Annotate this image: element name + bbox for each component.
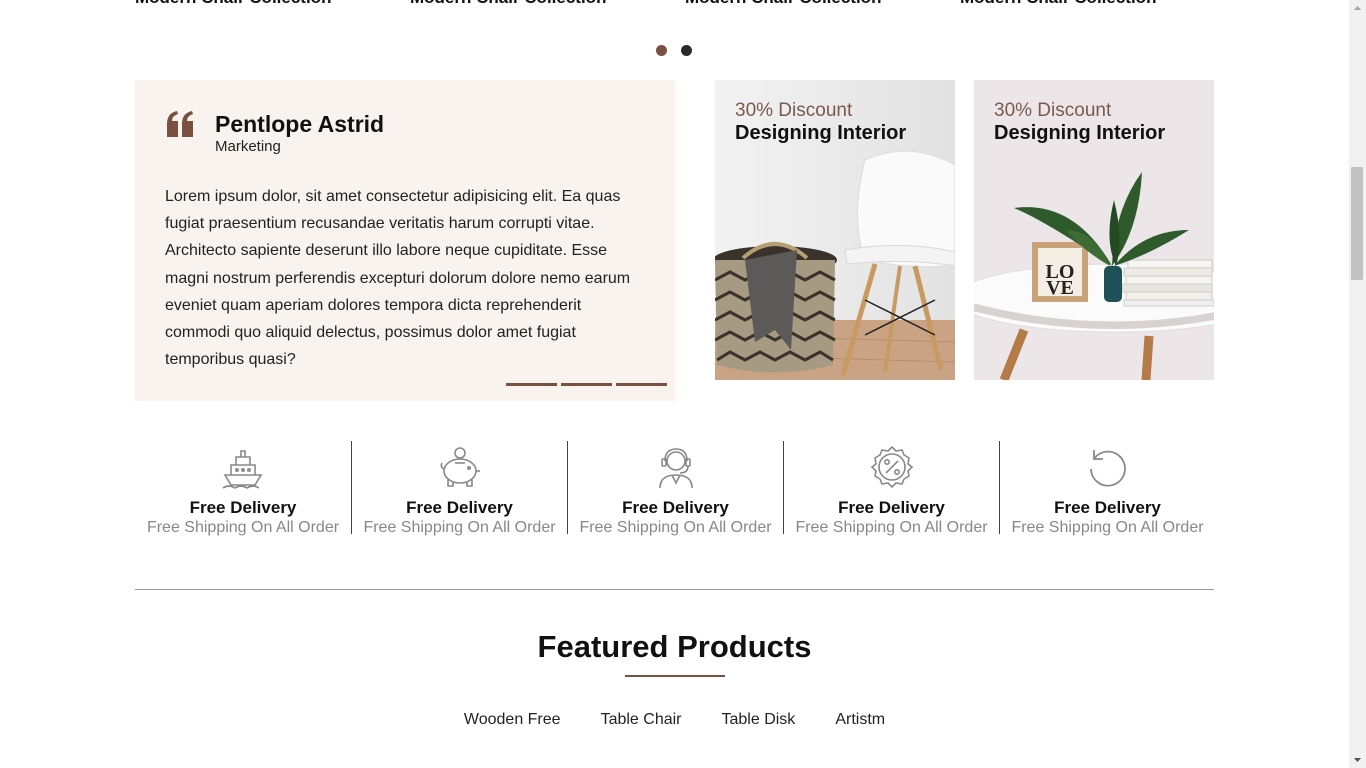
support-agent-icon xyxy=(658,448,693,489)
section-divider xyxy=(135,589,1214,590)
banner-title: Designing Interior xyxy=(735,122,907,144)
carousel-dots xyxy=(656,45,692,57)
feature-title: Free Delivery xyxy=(406,498,513,517)
testimonial-bar-1[interactable] xyxy=(506,383,557,386)
testimonial-bar-3[interactable] xyxy=(616,383,667,386)
testimonial-card: Pentlope Astrid Marketing Lorem ipsum do… xyxy=(135,80,675,401)
product-title[interactable]: Modern Chair Collection xyxy=(410,0,606,8)
features-row: Free Delivery Free Shipping On All Order… xyxy=(135,441,1215,536)
product-title-row: Modern Chair Collection Modern Chair Col… xyxy=(135,0,1215,8)
discount-badge-icon xyxy=(870,445,913,489)
product-title[interactable]: Modern Chair Collection xyxy=(960,0,1156,8)
quote-icon xyxy=(167,111,193,137)
testimonial-bar-2[interactable] xyxy=(561,383,612,386)
return-arrow-icon xyxy=(1089,450,1126,487)
feature-item: Free Delivery Free Shipping On All Order xyxy=(783,441,999,536)
carousel-dot-1[interactable] xyxy=(656,45,667,56)
feature-subtitle: Free Shipping On All Order xyxy=(146,519,340,536)
tab-table-chair[interactable]: Table Chair xyxy=(601,711,682,729)
feature-subtitle: Free Shipping On All Order xyxy=(363,519,556,536)
feature-item: Free Delivery Free Shipping On All Order xyxy=(999,441,1215,536)
svg-text:VE: VE xyxy=(1046,277,1074,299)
tab-artistm[interactable]: Artistm xyxy=(835,711,885,729)
banner-discount: 30% Discount xyxy=(994,100,1112,121)
scrollbar-thumb[interactable] xyxy=(1351,167,1363,280)
title-underline xyxy=(625,675,725,677)
feature-subtitle: Free Shipping On All Order xyxy=(795,519,988,536)
feature-subtitle: Free Shipping On All Order xyxy=(579,519,772,536)
featured-products-title: Featured Products xyxy=(537,629,812,664)
feature-item: Free Delivery Free Shipping On All Order xyxy=(135,441,351,536)
scroll-up-arrow-icon[interactable] xyxy=(1349,0,1366,17)
product-title[interactable]: Modern Chair Collection xyxy=(685,0,881,8)
tab-table-disk[interactable]: Table Disk xyxy=(722,711,796,729)
feature-title: Free Delivery xyxy=(1054,498,1161,517)
product-filter-tabs: Wooden Free Table Chair Table Disk Artis… xyxy=(0,711,1349,729)
vertical-scrollbar[interactable] xyxy=(1349,0,1366,768)
feature-title: Free Delivery xyxy=(622,498,729,517)
testimonial-role: Marketing xyxy=(215,138,281,155)
carousel-dot-2[interactable] xyxy=(681,45,692,56)
feature-title: Free Delivery xyxy=(838,498,945,517)
discount-banner-chair[interactable]: 30% Discount Designing Interior xyxy=(715,80,955,380)
feature-item: Free Delivery Free Shipping On All Order xyxy=(351,441,567,536)
testimonial-name: Pentlope Astrid xyxy=(215,111,385,137)
ship-icon xyxy=(222,450,263,489)
product-title[interactable]: Modern Chair Collection xyxy=(135,0,331,8)
feature-subtitle: Free Shipping On All Order xyxy=(1011,519,1204,536)
testimonial-text: Lorem ipsum dolor, sit amet consectetur … xyxy=(165,188,631,369)
scroll-down-arrow-icon[interactable] xyxy=(1349,751,1366,768)
banner-discount: 30% Discount xyxy=(735,100,853,121)
testimonial-pagination xyxy=(506,383,667,386)
feature-item: Free Delivery Free Shipping On All Order xyxy=(567,441,783,536)
feature-title: Free Delivery xyxy=(189,498,297,517)
discount-banner-table[interactable]: LO VE 30% Discount Designing Interior xyxy=(974,80,1214,380)
piggy-bank-icon xyxy=(440,447,480,487)
page: Modern Chair Collection Modern Chair Col… xyxy=(0,0,1349,768)
banner-title: Designing Interior xyxy=(994,122,1166,144)
tab-wooden-free[interactable]: Wooden Free xyxy=(464,711,561,729)
